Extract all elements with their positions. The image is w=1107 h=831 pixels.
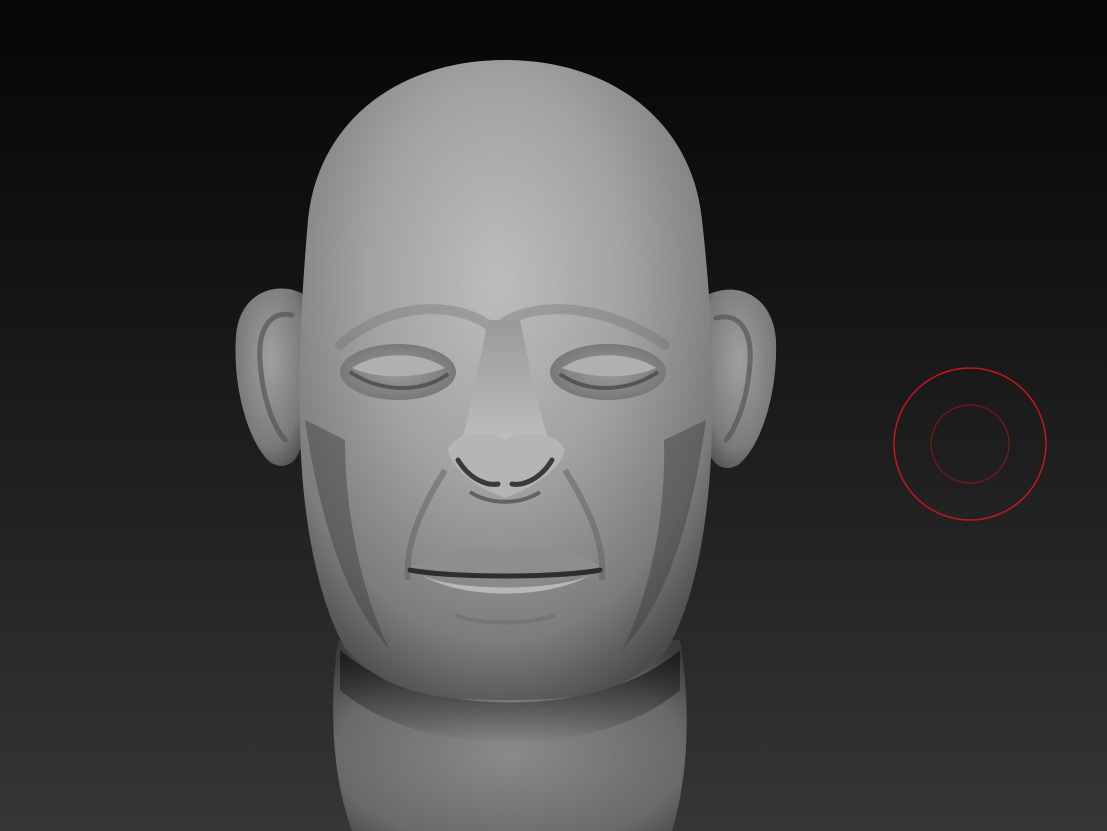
brush-cursor-icon: [893, 367, 1047, 521]
sculpt-viewport[interactable]: [0, 0, 1107, 831]
brush-inner-ring: [930, 404, 1010, 484]
right-ear: [702, 289, 777, 469]
left-ear: [235, 288, 305, 466]
brush-outer-ring: [893, 367, 1047, 521]
